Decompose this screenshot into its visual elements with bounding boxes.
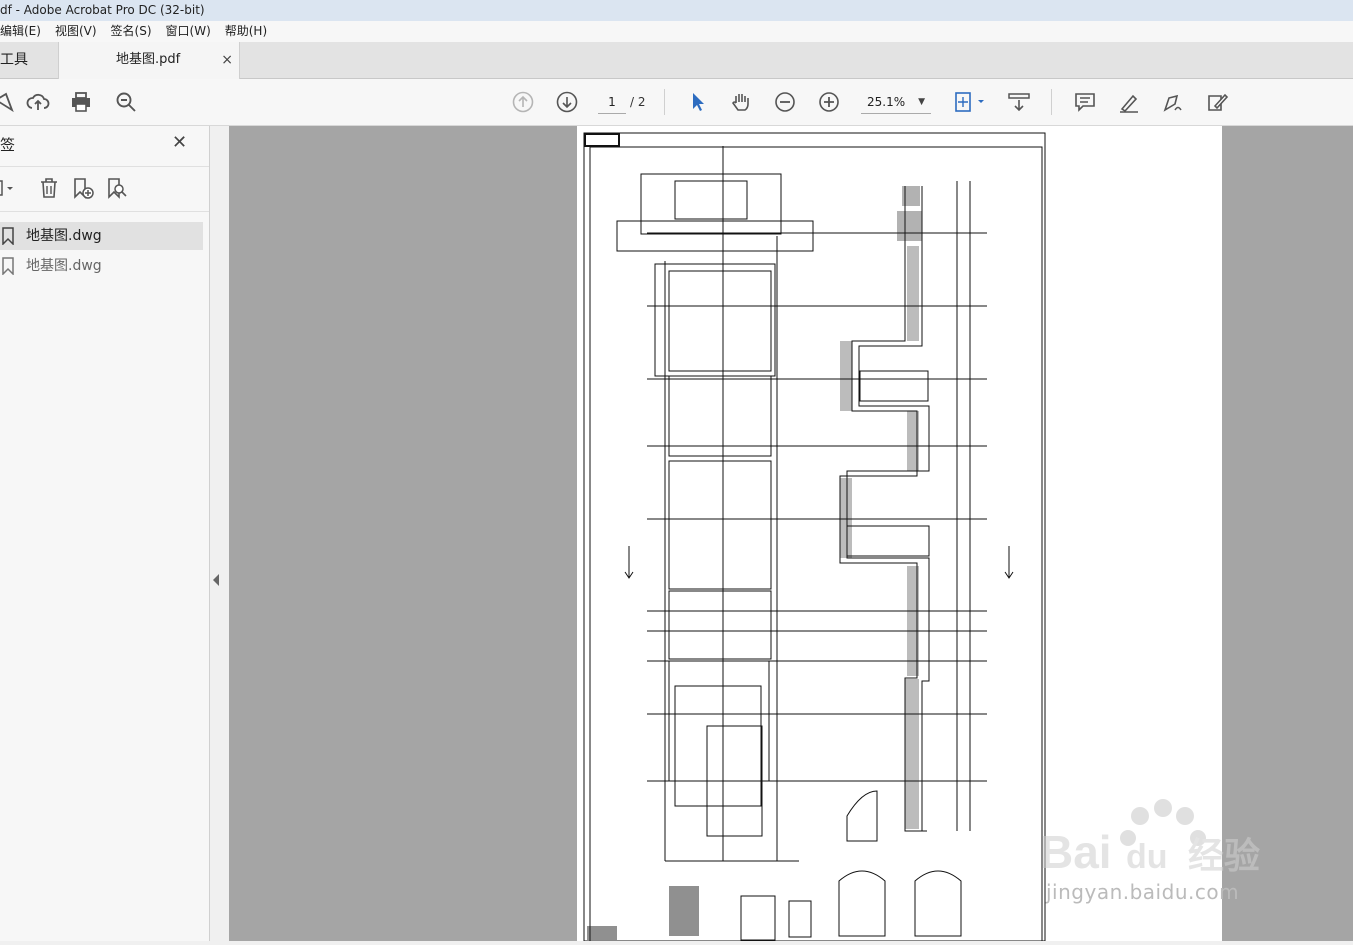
options-dropdown-icon[interactable] [0, 177, 20, 199]
svg-text:Bai: Bai [1040, 826, 1112, 878]
highlight-pen-icon[interactable] [1117, 90, 1141, 114]
window-title-bar: df - Adobe Acrobat Pro DC (32-bit) [0, 0, 1353, 21]
star-icon[interactable] [0, 90, 16, 114]
tab-document[interactable]: 地基图.pdf × [58, 42, 240, 79]
find-bookmark-icon[interactable] [106, 177, 128, 199]
toolbar-divider [1051, 89, 1052, 115]
zoom-level-select[interactable]: 25.1% ▼ [861, 91, 931, 114]
menu-window[interactable]: 窗口(W) [166, 21, 211, 42]
zoom-level-value: 25.1% [867, 95, 906, 109]
menu-sign[interactable]: 签名(S) [111, 21, 152, 42]
collapse-panel-icon[interactable] [213, 574, 219, 586]
scroll-mode-icon[interactable] [1007, 90, 1031, 114]
bookmark-icon [2, 257, 14, 275]
tab-close-icon[interactable]: × [221, 42, 233, 78]
tab-bar: 工具 地基图.pdf × [0, 42, 1353, 79]
bookmark-label: 地基图.dwg [26, 258, 102, 274]
hand-tool-icon[interactable] [729, 90, 753, 114]
menu-bar: 编辑(E) 视图(V) 签名(S) 窗口(W) 帮助(H) [0, 21, 1353, 42]
watermark-url: jingyan.baidu.com [1046, 880, 1240, 904]
bookmark-item[interactable]: 地基图.dwg [0, 222, 203, 250]
tab-document-label: 地基图.pdf [116, 52, 181, 67]
svg-text:du: du [1126, 838, 1168, 876]
window-title: df - Adobe Acrobat Pro DC (32-bit) [0, 3, 205, 17]
comment-icon[interactable] [1073, 90, 1097, 114]
print-icon[interactable] [69, 90, 93, 114]
menu-edit[interactable]: 编辑(E) [0, 21, 41, 42]
toolbar-divider [664, 89, 665, 115]
edit-pdf-icon[interactable] [1205, 90, 1229, 114]
chevron-down-icon: ▼ [918, 97, 925, 107]
bookmark-toolbar [0, 166, 209, 212]
bookmark-item[interactable]: 地基图.dwg [0, 252, 203, 280]
panel-title: 签 [0, 136, 16, 154]
tab-tools[interactable]: 工具 [0, 42, 28, 78]
zoom-out-icon[interactable] [773, 90, 797, 114]
main-toolbar: 1 / 2 25.1% ▼ [0, 79, 1353, 126]
fit-page-icon[interactable] [952, 90, 988, 114]
upload-cloud-icon[interactable] [26, 90, 50, 114]
bookmarks-panel: 签 ✕ 地基图.dwg 地基图.dwg [0, 126, 210, 941]
new-bookmark-icon[interactable] [72, 177, 94, 199]
menu-help[interactable]: 帮助(H) [225, 21, 267, 42]
page-number-input[interactable]: 1 [598, 91, 626, 114]
select-cursor-icon[interactable] [686, 90, 710, 114]
delete-bookmark-icon[interactable] [38, 177, 60, 199]
svg-text:经验: 经验 [1188, 836, 1260, 877]
next-page-icon[interactable] [555, 90, 579, 114]
bookmark-label: 地基图.dwg [26, 228, 102, 244]
bookmark-icon [2, 227, 14, 245]
close-icon[interactable]: ✕ [172, 132, 187, 153]
zoom-in-icon[interactable] [817, 90, 841, 114]
page-total: / 2 [630, 95, 646, 109]
zoom-search-icon[interactable] [114, 90, 138, 114]
menu-view[interactable]: 视图(V) [55, 21, 97, 42]
sign-icon[interactable] [1161, 90, 1185, 114]
previous-page-icon[interactable] [511, 90, 535, 114]
